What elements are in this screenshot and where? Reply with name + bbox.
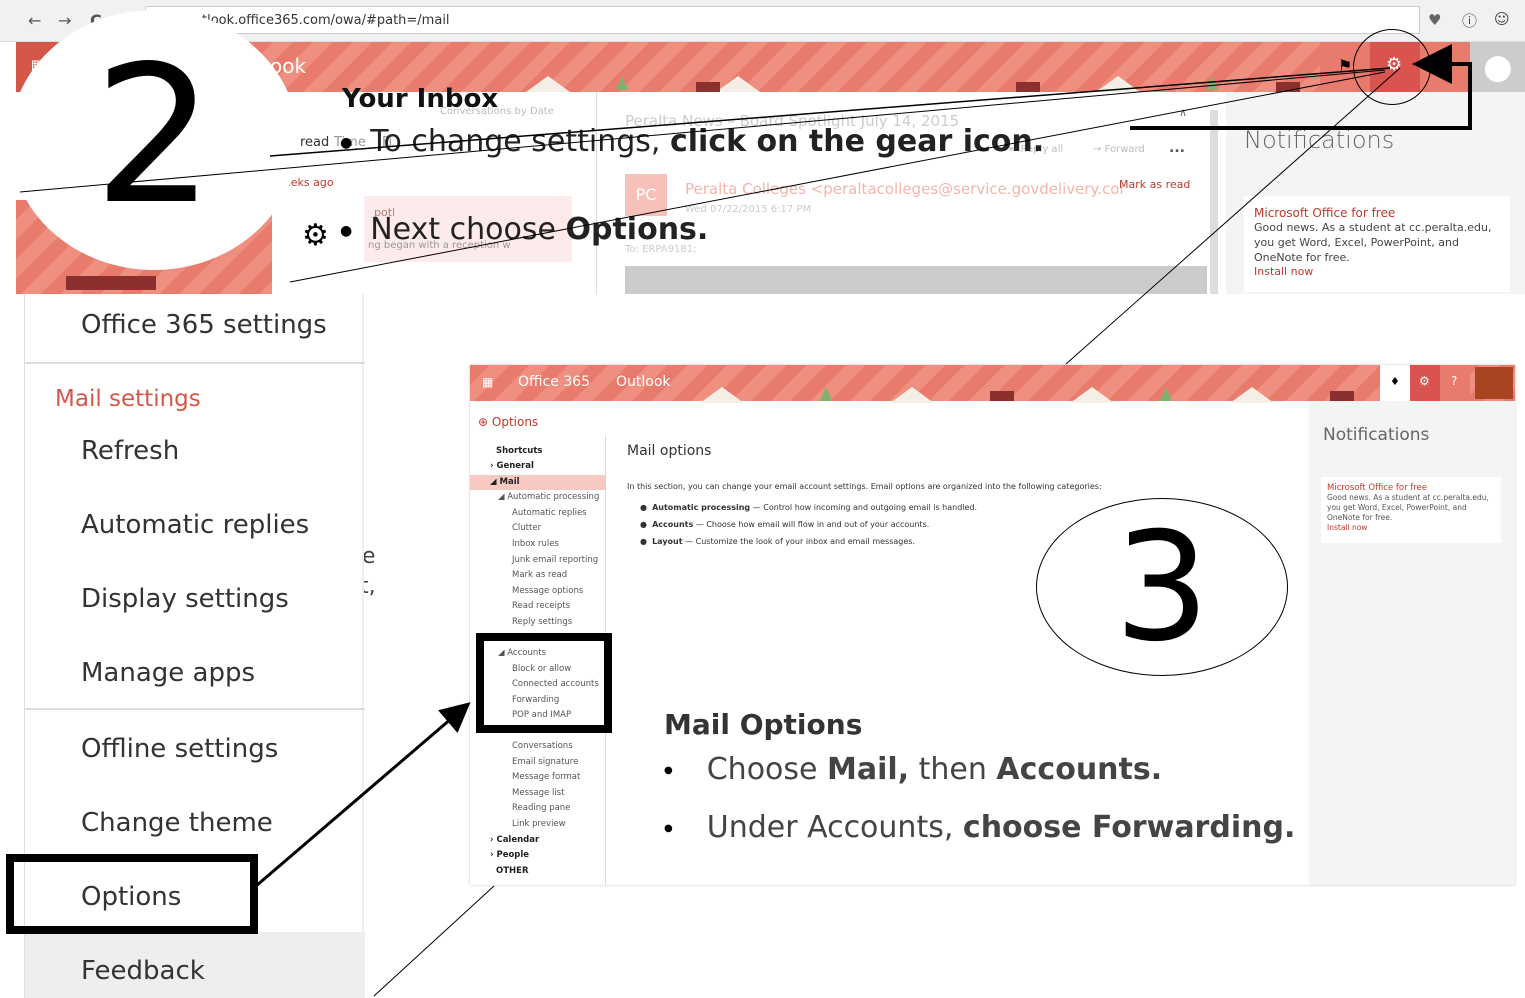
- pointer-line: [1065, 67, 1401, 365]
- pointer-line: [269, 67, 1391, 157]
- pointer-line: [373, 885, 495, 997]
- pointer-line: [289, 71, 1386, 283]
- gear-arrow: [1130, 44, 1472, 130]
- annotation-arrows: [19, 44, 1472, 997]
- pointer-line: [19, 69, 1386, 193]
- options-arrow: [255, 702, 471, 888]
